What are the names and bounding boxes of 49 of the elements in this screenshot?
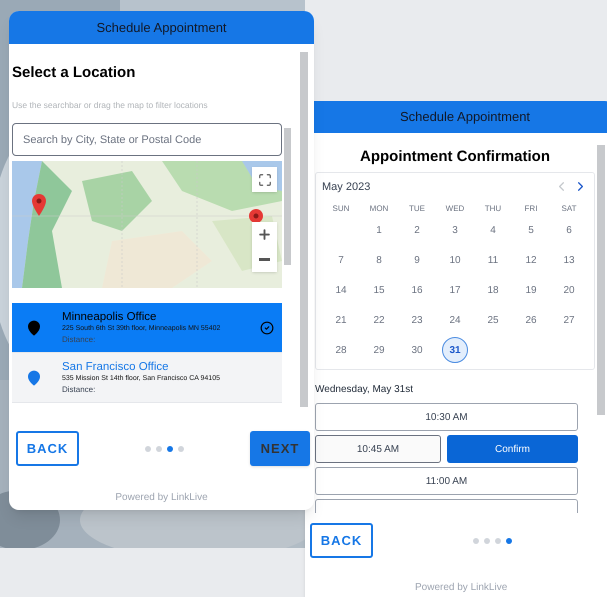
calendar-day[interactable]: 1 xyxy=(376,222,382,238)
weekday-label: MON xyxy=(368,203,390,215)
calendar-day[interactable]: 14 xyxy=(335,282,347,298)
calendar-day[interactable]: 30 xyxy=(411,342,423,358)
page-heading: Appointment Confirmation xyxy=(359,147,551,167)
weekday-label: SUN xyxy=(332,203,350,215)
calendar-day[interactable]: 27 xyxy=(563,312,575,328)
window-title: Schedule Appointment xyxy=(400,108,530,126)
weekday-label: THU xyxy=(484,203,502,215)
calendar-day[interactable]: 26 xyxy=(525,312,537,328)
powered-by-text: Powered by LinkLive xyxy=(415,581,508,595)
weekday-label: WED xyxy=(444,203,466,215)
time-slot[interactable]: 11:00 AM xyxy=(315,467,578,495)
calendar-day[interactable]: 8 xyxy=(376,252,382,268)
calendar-day[interactable]: 24 xyxy=(449,312,461,328)
calendar-day[interactable]: 5 xyxy=(528,222,534,238)
calendar-day[interactable]: 10 xyxy=(449,252,461,268)
calendar-day[interactable]: 28 xyxy=(335,342,347,358)
calendar-day[interactable]: 31 xyxy=(442,337,468,363)
month-label: May 2023 xyxy=(322,180,370,194)
time-slot[interactable]: 10:30 AM xyxy=(315,403,578,431)
selected-date-label: Wednesday, May 31st xyxy=(315,383,414,397)
time-slot[interactable]: 10:45 AM xyxy=(315,435,441,463)
calendar-day[interactable]: 11 xyxy=(488,252,498,268)
calendar-day[interactable]: 16 xyxy=(411,282,423,298)
calendar-day[interactable]: 25 xyxy=(487,312,499,328)
calendar-day[interactable]: 22 xyxy=(373,312,385,328)
calendar-day[interactable]: 20 xyxy=(563,282,575,298)
calendar-day[interactable]: 4 xyxy=(490,222,496,238)
calendar-day[interactable]: 23 xyxy=(411,312,423,328)
calendar-day[interactable]: 12 xyxy=(525,252,537,268)
back-button[interactable]: BACK xyxy=(310,523,373,558)
calendar-day[interactable]: 15 xyxy=(373,282,385,298)
calendar-day[interactable]: 3 xyxy=(452,222,458,238)
weekday-label: TUE xyxy=(408,203,426,215)
confirm-button[interactable]: Confirm xyxy=(447,435,578,463)
calendar-day[interactable]: 2 xyxy=(414,222,420,238)
calendar-day[interactable]: 19 xyxy=(525,282,537,298)
calendar-day[interactable]: 17 xyxy=(449,282,461,298)
weekday-label: FRI xyxy=(524,203,538,215)
calendar-day[interactable]: 9 xyxy=(414,252,420,268)
weekday-label: SAT xyxy=(560,203,578,215)
calendar-day[interactable]: 6 xyxy=(566,222,572,238)
calendar-day[interactable]: 18 xyxy=(487,282,499,298)
calendar-day[interactable]: 7 xyxy=(338,252,344,268)
calendar-day[interactable]: 13 xyxy=(563,252,575,268)
calendar-day[interactable]: 29 xyxy=(373,342,385,358)
calendar-day[interactable]: 21 xyxy=(335,312,347,328)
scrollbar[interactable] xyxy=(597,145,605,415)
